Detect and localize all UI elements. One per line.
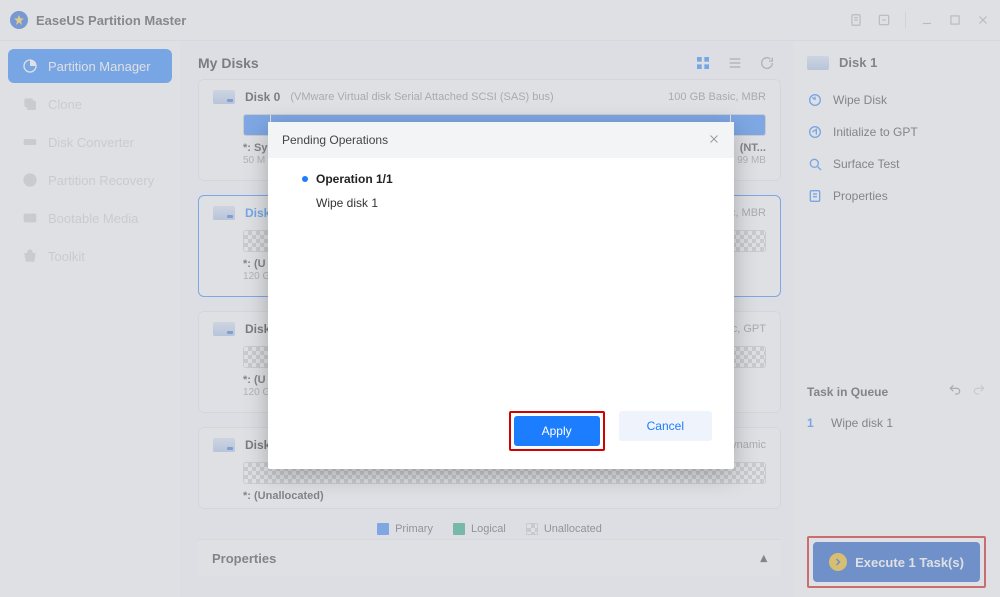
pending-operations-dialog: Pending Operations Operation 1/1 Wipe di…	[268, 122, 734, 469]
bullet-icon	[302, 176, 308, 182]
cancel-button[interactable]: Cancel	[619, 411, 712, 441]
dialog-close-icon[interactable]	[708, 133, 720, 148]
apply-button-highlight: Apply	[509, 411, 605, 451]
operation-title: Operation 1/1	[316, 172, 393, 186]
dialog-title: Pending Operations	[282, 133, 388, 147]
operation-description: Wipe disk 1	[316, 196, 700, 210]
app-window: EaseUS Partition Master Partition Manage…	[0, 0, 1000, 597]
apply-button[interactable]: Apply	[514, 416, 600, 446]
